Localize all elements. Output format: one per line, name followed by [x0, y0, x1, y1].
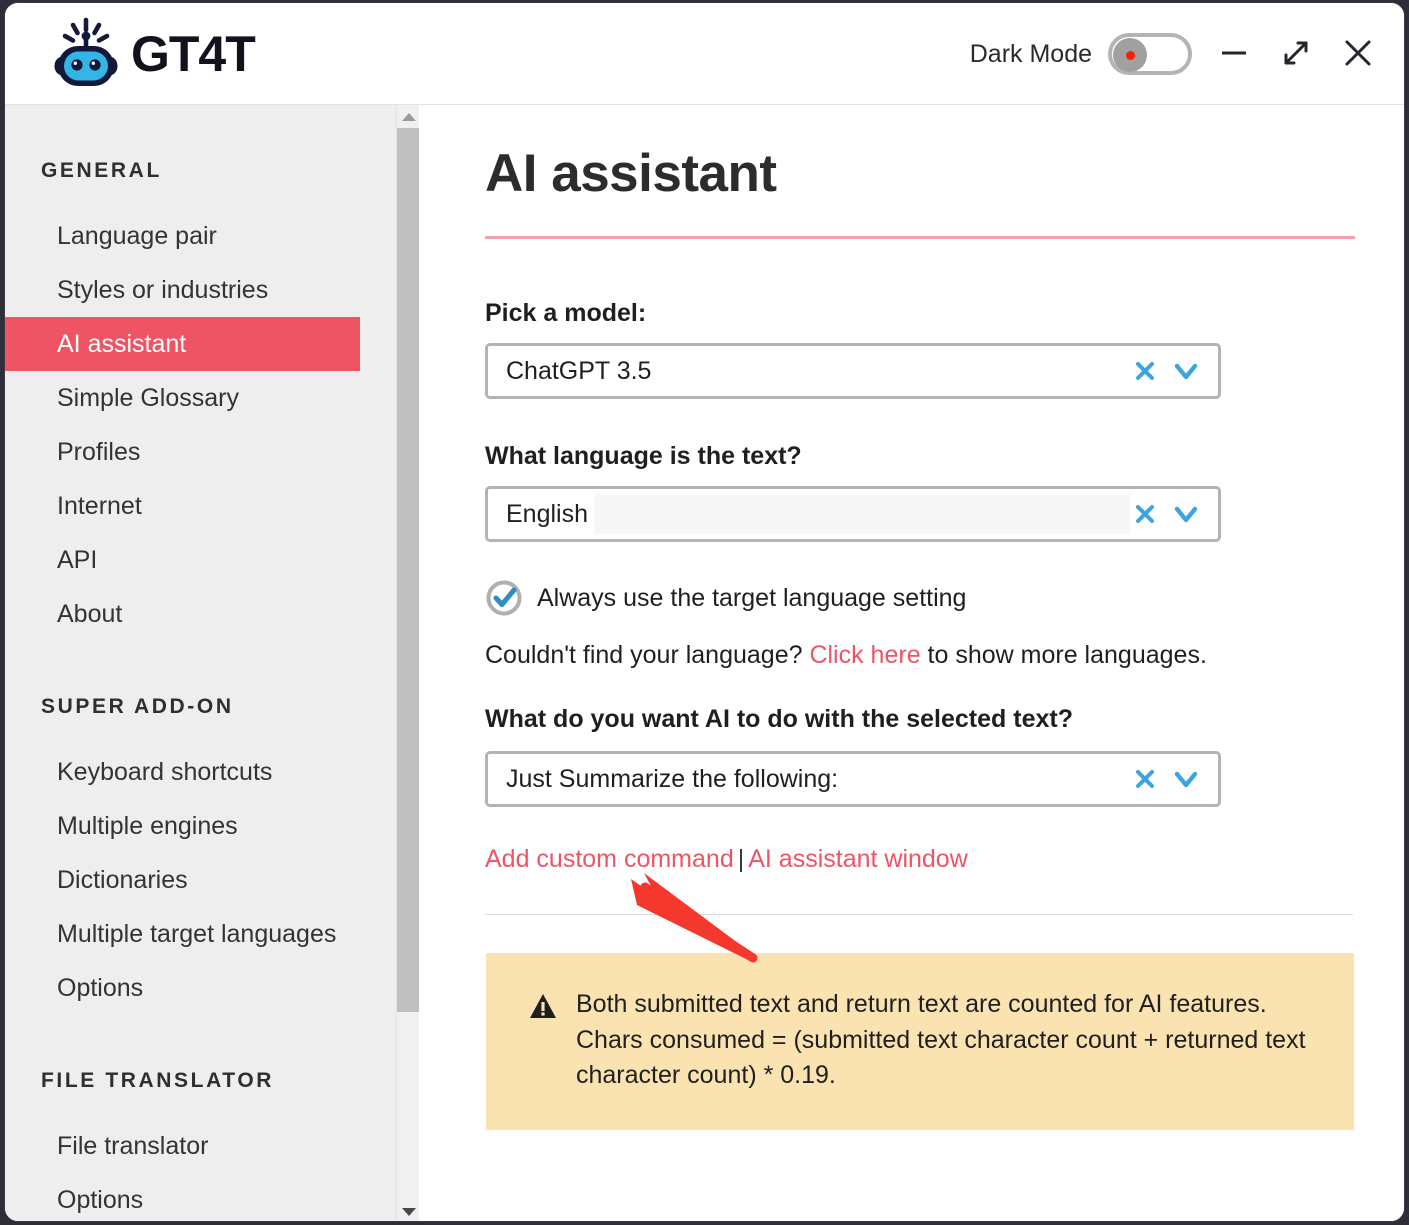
ai-assistant-window-link[interactable]: AI assistant window: [748, 845, 968, 873]
close-icon: [1345, 40, 1371, 66]
language-select-value: English: [506, 499, 588, 528]
sidebar-group-file-translator: FILE TRANSLATOR File translator Options: [5, 1069, 419, 1221]
title-underline-rule: [485, 236, 1355, 239]
warning-triangle-icon: [530, 994, 556, 1018]
sidebar-item-api[interactable]: API: [5, 533, 419, 587]
app-brand: GT4T: [49, 17, 256, 91]
model-select-value: ChatGPT 3.5: [506, 356, 652, 385]
sidebar-item-multiple-engines[interactable]: Multiple engines: [5, 799, 419, 853]
sidebar-navigation: GENERAL Language pair Styles or industri…: [5, 105, 419, 1221]
sidebar-item-styles-or-industries[interactable]: Styles or industries: [5, 263, 419, 317]
dark-mode-indicator-dot: [1125, 50, 1135, 60]
minimize-icon: [1222, 51, 1246, 55]
hint-prefix: Couldn't find your language?: [485, 641, 810, 669]
language-select[interactable]: English: [485, 486, 1221, 542]
model-field-label: Pick a model:: [485, 299, 647, 327]
sidebar-item-profiles[interactable]: Profiles: [5, 425, 419, 479]
clear-x-icon[interactable]: [1132, 358, 1158, 384]
chevron-down-icon[interactable]: [1172, 501, 1200, 527]
sidebar-item-dictionaries[interactable]: Dictionaries: [5, 853, 419, 907]
sidebar-item-simple-glossary[interactable]: Simple Glossary: [5, 371, 419, 425]
dark-mode-control[interactable]: Dark Mode: [970, 33, 1192, 75]
sidebar-heading-file-translator: FILE TRANSLATOR: [41, 1069, 275, 1092]
dark-mode-toggle-knob: [1113, 38, 1147, 72]
more-languages-hint: Couldn't find your language? Click here …: [485, 641, 1207, 670]
sidebar-group-general: GENERAL Language pair Styles or industri…: [5, 159, 419, 641]
minimize-button[interactable]: [1212, 29, 1256, 77]
links-separator: |: [737, 845, 745, 873]
always-use-target-language-row[interactable]: Always use the target language setting: [485, 579, 966, 617]
dark-mode-label: Dark Mode: [969, 39, 1092, 68]
add-custom-command-link[interactable]: Add custom command: [485, 845, 734, 873]
click-here-link[interactable]: Click here: [809, 641, 920, 669]
sidebar-item-about[interactable]: About: [5, 587, 419, 641]
sidebar-item-internet[interactable]: Internet: [5, 479, 419, 533]
hint-suffix: to show more languages.: [920, 641, 1207, 669]
scroll-down-arrow-icon[interactable]: [397, 1200, 419, 1221]
command-select-value: Just Summarize the following:: [506, 764, 839, 793]
chevron-down-icon[interactable]: [1172, 766, 1200, 792]
sidebar-item-multiple-target-languages[interactable]: Multiple target languages: [5, 907, 419, 961]
clear-x-icon[interactable]: [1132, 501, 1158, 527]
sidebar-item-super-add-on-options[interactable]: Options: [5, 961, 419, 1015]
clear-x-icon[interactable]: [1132, 766, 1158, 792]
page-title: AI assistant: [485, 144, 777, 203]
maximize-restore-icon: [1284, 41, 1308, 65]
language-field-label: What language is the text?: [485, 442, 802, 470]
maximize-restore-button[interactable]: [1274, 29, 1318, 77]
command-field-label: What do you want AI to do with the selec…: [485, 705, 1073, 733]
chevron-down-icon[interactable]: [1172, 358, 1200, 384]
robot-head-icon: [54, 17, 118, 86]
sidebar-item-language-pair[interactable]: Language pair: [5, 209, 419, 263]
window-controls: [1212, 29, 1380, 77]
sidebar-group-super-add-on: SUPER ADD-ON Keyboard shortcuts Multiple…: [5, 695, 419, 1015]
sidebar-scrollbar[interactable]: [396, 105, 419, 1221]
check-circle-icon[interactable]: [485, 579, 523, 617]
model-select[interactable]: ChatGPT 3.5: [485, 343, 1221, 399]
language-input-area[interactable]: [594, 494, 1130, 534]
section-divider: [485, 914, 1353, 915]
sidebar-item-ai-assistant[interactable]: AI assistant: [5, 317, 360, 371]
app-brand-name: GT4T: [131, 26, 256, 82]
sidebar-heading-super-add-on: SUPER ADD-ON: [41, 695, 234, 718]
sidebar-item-file-translator[interactable]: File translator: [5, 1119, 419, 1173]
title-bar: GT4T Dark Mode: [5, 3, 1404, 105]
notice-text: Both submitted text and return text are …: [576, 990, 1306, 1089]
sidebar-heading-general: GENERAL: [41, 159, 162, 182]
sidebar-item-file-translator-options[interactable]: Options: [5, 1173, 419, 1221]
scrollbar-thumb[interactable]: [397, 128, 419, 1012]
chars-consumed-notice: Both submitted text and return text are …: [486, 953, 1354, 1130]
scroll-up-arrow-icon[interactable]: [397, 105, 419, 128]
command-links-row: Add custom command | AI assistant window: [485, 845, 968, 874]
dark-mode-toggle[interactable]: [1108, 33, 1192, 75]
always-use-target-language-label: Always use the target language setting: [537, 583, 967, 612]
main-content-panel: AI assistant Pick a model: ChatGPT 3.5 W…: [419, 105, 1404, 1221]
command-select[interactable]: Just Summarize the following:: [485, 751, 1221, 807]
gt4t-settings-window: GT4T Dark Mode GENERAL Language pair Sty…: [4, 2, 1405, 1222]
sidebar-item-keyboard-shortcuts[interactable]: Keyboard shortcuts: [5, 745, 419, 799]
close-button[interactable]: [1336, 29, 1380, 77]
